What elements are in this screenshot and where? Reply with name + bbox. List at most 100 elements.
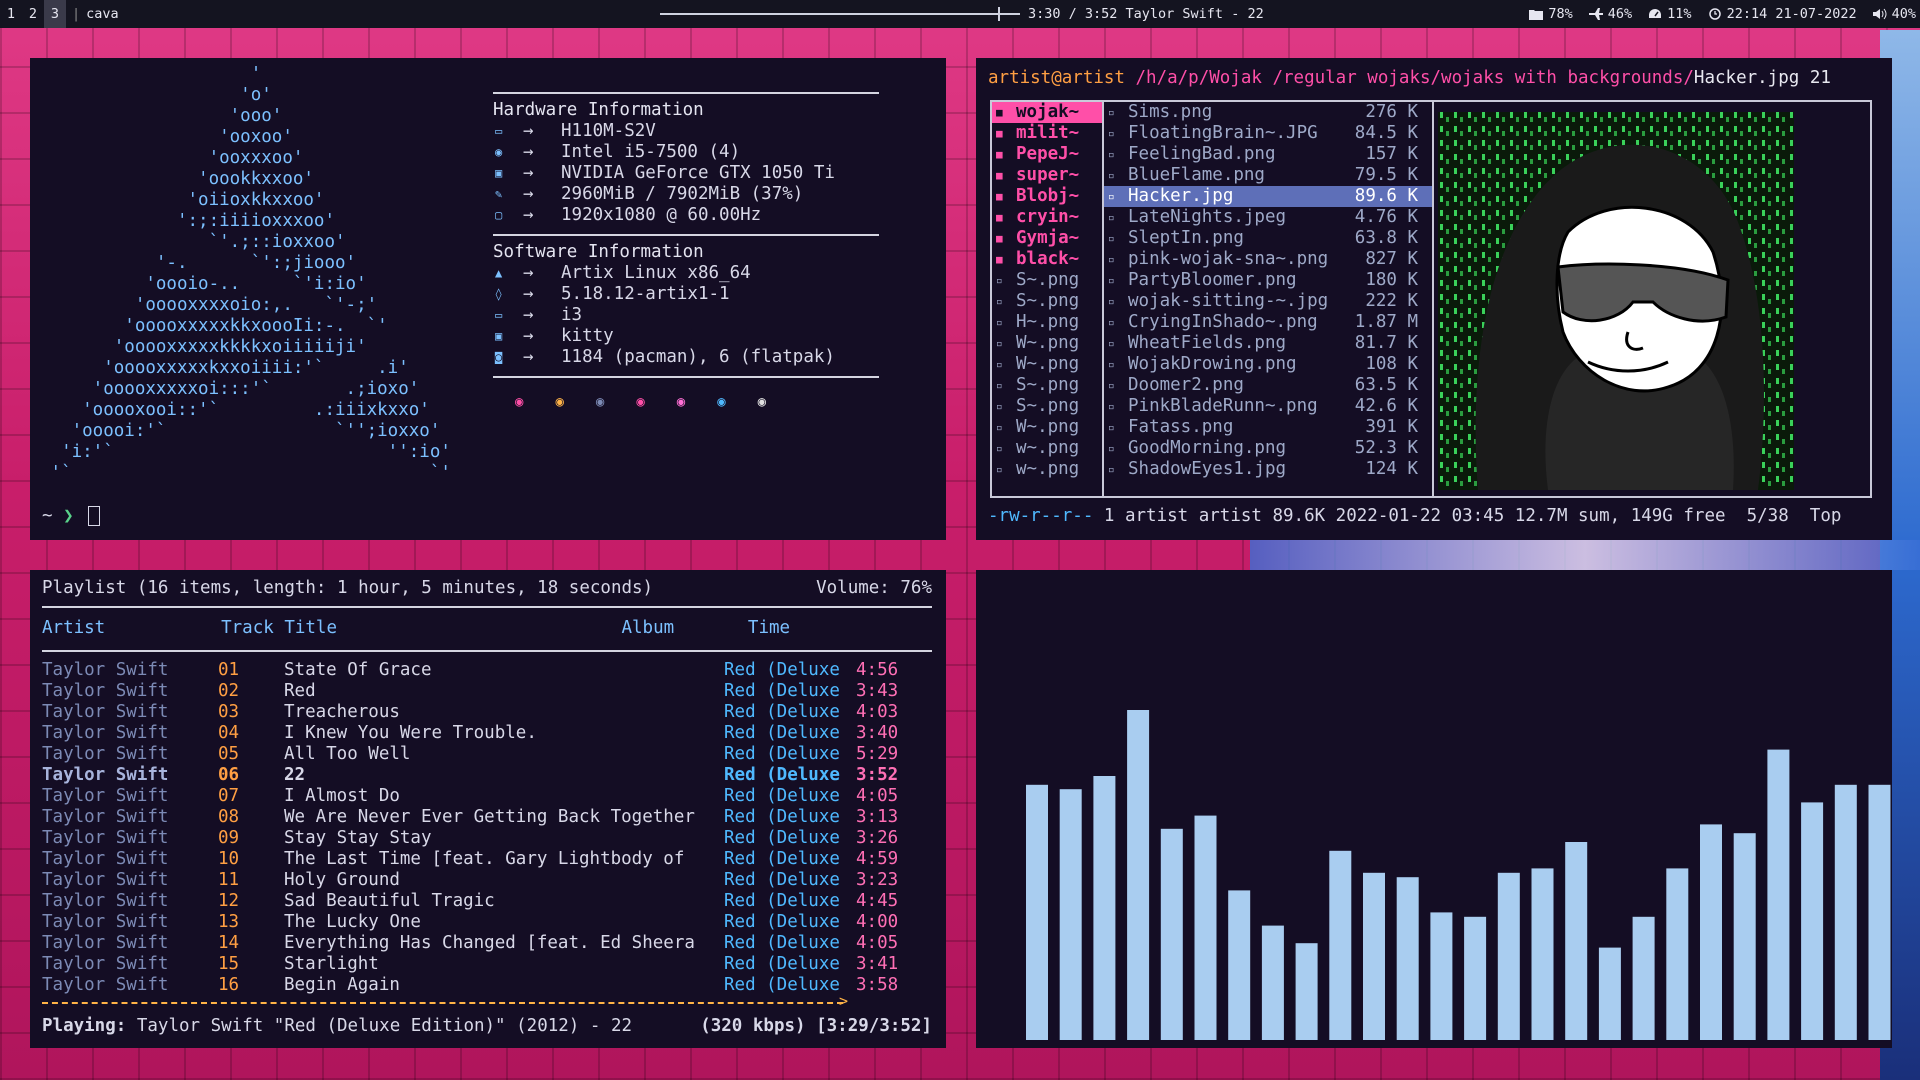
- track-row[interactable]: Taylor Swift 13 The Lucky One Red (Deluxe 4:…: [42, 912, 932, 933]
- track-row[interactable]: Taylor Swift 04 I Knew You Were Trouble. Re…: [42, 723, 932, 744]
- folder-icon: ■: [996, 148, 1003, 161]
- arrow: →: [523, 121, 534, 141]
- file-item[interactable]: ▫ WojakDrowing.png 108 K: [1104, 354, 1432, 375]
- track-row[interactable]: Taylor Swift 12 Sad Beautiful Tragic Red (D…: [42, 891, 932, 912]
- file-item[interactable]: ▫ BlueFlame.png 79.5 K: [1104, 165, 1432, 186]
- visualizer-bar: [1396, 877, 1419, 1040]
- arrow: →: [523, 347, 534, 367]
- track-number: 10: [218, 849, 240, 869]
- file-item[interactable]: ▫ GoodMorning.png 52.3 K: [1104, 438, 1432, 459]
- visualizer-bar: [1767, 749, 1790, 1040]
- track-album: Red (Deluxe: [724, 849, 840, 869]
- track-row[interactable]: Taylor Swift 01 State Of Grace Red (Deluxe 4…: [42, 660, 932, 681]
- workspace-3[interactable]: 3: [44, 0, 66, 28]
- track-row[interactable]: Taylor Swift 10 The Last Time [feat. Gary …: [42, 849, 932, 870]
- track-album: Red (Deluxe: [724, 828, 840, 848]
- file-item[interactable]: ▫ S~.png: [992, 375, 1102, 396]
- directory-item[interactable]: ■ Blobj~: [992, 186, 1102, 207]
- track-row[interactable]: Taylor Swift 14 Everything Has Changed [fe…: [42, 933, 932, 954]
- file-name: CryingInShado~.png: [1128, 312, 1318, 332]
- file-item[interactable]: ▫ CryingInShado~.png 1.87 M: [1104, 312, 1432, 333]
- file-item[interactable]: ▫ PartyBloomer.png 180 K: [1104, 270, 1432, 291]
- directory-item[interactable]: ■ PepeJ~: [992, 144, 1102, 165]
- track-number: 13: [218, 912, 240, 932]
- item-name: wojak~: [1016, 102, 1080, 122]
- track-album: Red (Deluxe: [724, 786, 840, 806]
- separator: |: [72, 6, 81, 22]
- file-item[interactable]: ▫ SleptIn.png 63.8 K: [1104, 228, 1432, 249]
- file-item[interactable]: ▫ w~.png: [992, 438, 1102, 459]
- divider: [42, 606, 932, 608]
- track-row[interactable]: Taylor Swift 16 Begin Again Red (Deluxe 3:58: [42, 975, 932, 996]
- file-item[interactable]: ▫ S~.png: [992, 396, 1102, 417]
- track-row[interactable]: Taylor Swift 05 All Too Well Red (Deluxe 5:2…: [42, 744, 932, 765]
- track-title: Stay Stay Stay: [284, 828, 432, 848]
- memory-icon: ✎: [495, 187, 503, 201]
- file-item[interactable]: ▫ S~.png: [992, 291, 1102, 312]
- file-item[interactable]: ▫ PinkBladeRunn~.png 42.6 K: [1104, 396, 1432, 417]
- arrow: →: [523, 326, 534, 346]
- file-item[interactable]: ▫ wojak-sitting-~.jpg 222 K: [1104, 291, 1432, 312]
- track-row[interactable]: Taylor Swift 02 Red Red (Deluxe 3:43: [42, 681, 932, 702]
- terminal-ranger[interactable]: artist@artist /h/a/p/Wojak /regular woja…: [976, 58, 1892, 540]
- file-name: SleptIn.png: [1128, 228, 1244, 248]
- terminal-fetch[interactable]: ' 'o' 'ooo' 'ooxoo' 'ooxxxoo' 'oookkxxoo…: [30, 58, 946, 540]
- arrow: →: [523, 263, 534, 283]
- track-row[interactable]: Taylor Swift 03 Treacherous Red (Deluxe 4:03: [42, 702, 932, 723]
- playing-track: Taylor Swift "Red (Deluxe Edition)" (201…: [126, 1016, 633, 1036]
- track-row[interactable]: Taylor Swift 11 Holy Ground Red (Deluxe 3:23: [42, 870, 932, 891]
- song-progress-knob[interactable]: [998, 7, 1001, 21]
- track-artist: Taylor Swift: [42, 933, 169, 953]
- file-item[interactable]: ▫ W~.png: [992, 333, 1102, 354]
- directory-item[interactable]: ■ wojak~: [992, 102, 1102, 123]
- file-item[interactable]: ▫ W~.png: [992, 354, 1102, 375]
- item-name: w~.png: [1016, 438, 1080, 458]
- file-item[interactable]: ▫ H~.png: [992, 312, 1102, 333]
- directory-item[interactable]: ■ cryin~: [992, 207, 1102, 228]
- file-item[interactable]: ▫ LateNights.jpeg 4.76 K: [1104, 207, 1432, 228]
- volume-stat[interactable]: 40%: [1872, 6, 1916, 22]
- volume-value: 40%: [1891, 6, 1916, 22]
- file-item[interactable]: ▫ W~.png: [992, 417, 1102, 438]
- track-row[interactable]: Taylor Swift 15 Starlight Red (Deluxe 3:41: [42, 954, 932, 975]
- directory-item[interactable]: ■ Gymja~: [992, 228, 1102, 249]
- directory-item[interactable]: ■ black~: [992, 249, 1102, 270]
- track-artist: Taylor Swift: [42, 849, 169, 869]
- now-playing-line: Playing: Taylor Swift "Red (Deluxe Editi…: [42, 1016, 932, 1036]
- track-row[interactable]: Taylor Swift 08 We Are Never Ever Getting …: [42, 807, 932, 828]
- file-item[interactable]: ▫ FeelingBad.png 157 K: [1104, 144, 1432, 165]
- file-item[interactable]: ▫ S~.png: [992, 270, 1102, 291]
- track-row[interactable]: Taylor Swift 09 Stay Stay Stay Red (Deluxe 3…: [42, 828, 932, 849]
- track-progress-bar[interactable]: [42, 1002, 843, 1004]
- current-file: Hacker.jpg 21: [1693, 68, 1831, 88]
- color-palette: ◉ ◉ ◉ ◉ ◉ ◉ ◉: [493, 392, 879, 413]
- cpu-stat: 46%: [1588, 6, 1632, 22]
- file-item[interactable]: ▫ Doomer2.png 63.5 K: [1104, 375, 1432, 396]
- workspace-1[interactable]: 1: [0, 0, 22, 28]
- software-value: 1184 (pacman), 6 (flatpak): [561, 347, 835, 367]
- file-size: 391 K: [1365, 417, 1418, 437]
- image-file-icon: ▫: [1108, 274, 1115, 287]
- file-item[interactable]: ▫ WheatFields.png 81.7 K: [1104, 333, 1432, 354]
- file-item[interactable]: ▫ Fatass.png 391 K: [1104, 417, 1432, 438]
- workspace-2[interactable]: 2: [22, 0, 44, 28]
- color-dot: ◉: [636, 394, 645, 410]
- file-item[interactable]: ▫ ShadowEyes1.jpg 124 K: [1104, 459, 1432, 480]
- file-item[interactable]: ▫ Sims.png 276 K: [1104, 102, 1432, 123]
- ram-value: 11%: [1667, 6, 1692, 22]
- file-item[interactable]: ▫ pink-wojak-sna~.png 827 K: [1104, 249, 1432, 270]
- music-player[interactable]: Playlist (16 items, length: 1 hour, 5 mi…: [30, 570, 946, 1048]
- visualizer-bar: [1329, 850, 1352, 1040]
- song-progress-bar[interactable]: [660, 7, 1020, 21]
- track-row[interactable]: Taylor Swift 07 I Almost Do Red (Deluxe 4:05: [42, 786, 932, 807]
- directory-item[interactable]: ■ super~: [992, 165, 1102, 186]
- track-row[interactable]: Taylor Swift 06 22 Red (Deluxe 3:52: [42, 765, 932, 786]
- visualizer-bar: [1026, 784, 1048, 1040]
- directory-item[interactable]: ■ milit~: [992, 123, 1102, 144]
- item-name: Gymja~: [1016, 228, 1080, 248]
- bitrate-time: (320 kbps) [3:29/3:52]: [700, 1016, 932, 1036]
- file-item[interactable]: ▫ Hacker.jpg 89.6 K: [1104, 186, 1432, 207]
- shell-prompt[interactable]: ~ ❯: [42, 506, 101, 526]
- file-item[interactable]: ▫ FloatingBrain~.JPG 84.5 K: [1104, 123, 1432, 144]
- file-item[interactable]: ▫ w~.png: [992, 459, 1102, 480]
